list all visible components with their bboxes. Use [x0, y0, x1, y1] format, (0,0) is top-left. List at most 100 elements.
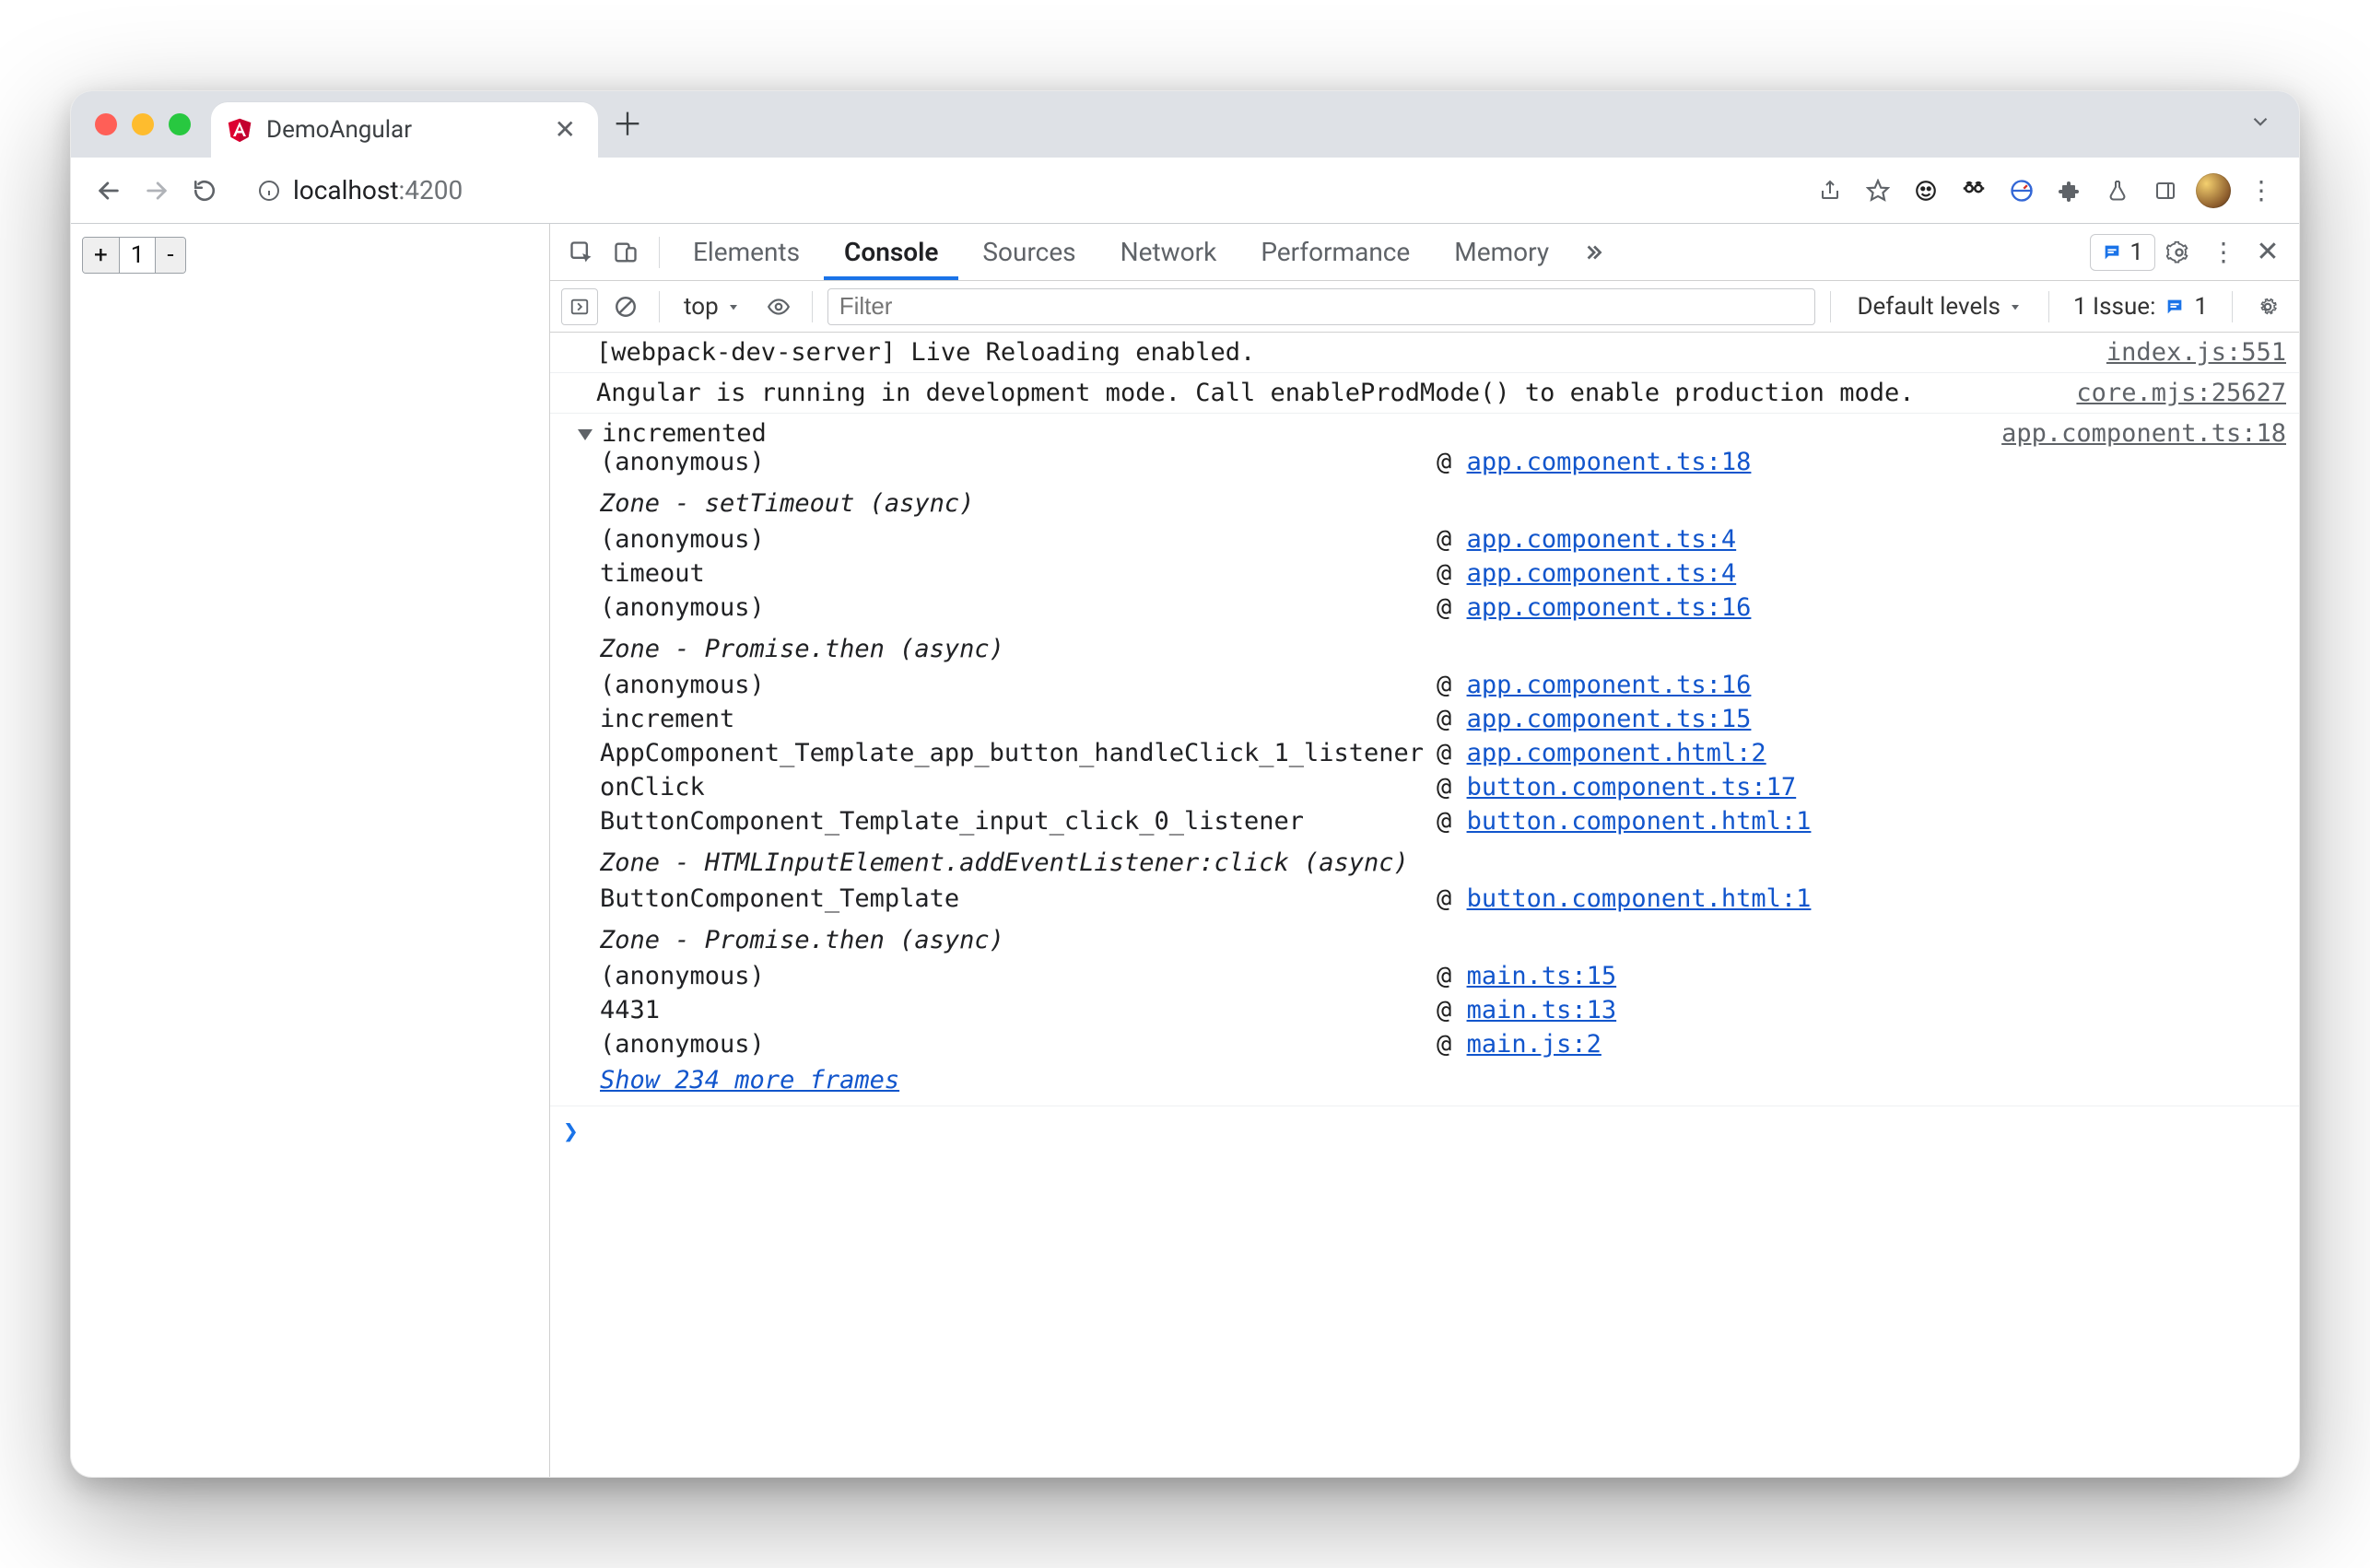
console-output[interactable]: [webpack-dev-server] Live Reloading enab… [550, 333, 2299, 1477]
stack-frame-fn: timeout [600, 559, 1424, 588]
trace-title: incremented [602, 419, 767, 448]
console-messages-pill[interactable]: 1 [2090, 234, 2155, 271]
log-message: [webpack-dev-server] Live Reloading enab… [596, 338, 2092, 367]
stack-frame-fn: (anonymous) [600, 1030, 1424, 1059]
stack-frame-fn: (anonymous) [600, 593, 1424, 622]
source-link[interactable]: app.component.ts:4 [1467, 559, 1737, 588]
trace-source-link[interactable]: app.component.ts:18 [2001, 419, 2286, 448]
console-sidebar-toggle[interactable] [561, 288, 598, 325]
console-trace[interactable]: incremented app.component.ts:18 (anonymo… [550, 414, 2299, 1106]
source-link[interactable]: button.component.html:1 [1467, 807, 1812, 836]
clear-console-button[interactable] [607, 288, 644, 325]
stack-frame-location: @ main.ts:13 [1437, 996, 2286, 1024]
window-minimize-button[interactable] [132, 113, 154, 135]
tab-memory[interactable]: Memory [1434, 224, 1569, 280]
extension-3-icon[interactable] [2002, 171, 2041, 210]
log-row[interactable]: Angular is running in development mode. … [550, 373, 2299, 414]
address-bar[interactable]: localhost:4200 [241, 167, 1794, 215]
nav-reload-button[interactable] [185, 171, 224, 210]
stack-frame-location: @ button.component.html:1 [1437, 807, 2286, 836]
source-link[interactable]: app.component.ts:16 [1467, 593, 1752, 622]
stack-frame-location: @ button.component.html:1 [1437, 884, 2286, 913]
browser-window: DemoAngular ✕ ＋ [70, 90, 2300, 1478]
tab-console[interactable]: Console [824, 224, 958, 280]
stack-frame-fn: onClick [600, 773, 1424, 802]
source-link[interactable]: app.component.ts:4 [1467, 525, 1737, 554]
extension-1-icon[interactable] [1907, 171, 1945, 210]
log-source-link[interactable]: index.js:551 [2106, 338, 2286, 367]
console-filter-input[interactable] [827, 288, 1816, 325]
log-source-link[interactable]: core.mjs:25627 [2076, 379, 2286, 407]
source-link[interactable]: app.component.html:2 [1467, 739, 1766, 767]
labs-button[interactable] [2098, 171, 2137, 210]
stack-frame-location: @ button.component.ts:17 [1437, 773, 2286, 802]
tab-sources[interactable]: Sources [962, 224, 1096, 280]
nav-back-button[interactable] [89, 171, 128, 210]
window-zoom-button[interactable] [169, 113, 191, 135]
show-more-frames-link[interactable]: Show 234 more frames [578, 1059, 899, 1096]
site-info-icon[interactable] [258, 180, 280, 202]
disclosure-triangle-icon[interactable] [578, 429, 592, 440]
devtools-close-button[interactable]: ✕ [2247, 232, 2288, 273]
issues-indicator[interactable]: 1 Issue: 1 [2064, 289, 2217, 324]
page-viewport: + 1 - [71, 224, 550, 1477]
tab-search-button[interactable] [2242, 103, 2279, 140]
decrement-button[interactable]: - [155, 238, 184, 273]
log-row[interactable]: [webpack-dev-server] Live Reloading enab… [550, 333, 2299, 373]
prompt-chevron-icon: ❯ [563, 1116, 579, 1146]
tab-network[interactable]: Network [1100, 224, 1238, 280]
source-link[interactable]: main.js:2 [1467, 1030, 1602, 1059]
window-close-button[interactable] [95, 113, 117, 135]
stack-frame-fn: (anonymous) [600, 962, 1424, 990]
tab-performance[interactable]: Performance [1240, 224, 1430, 280]
share-button[interactable] [1811, 171, 1849, 210]
stack-frame-location: @ main.js:2 [1437, 1030, 2286, 1059]
stack-frame-fn: ButtonComponent_Template_input_click_0_l… [600, 807, 1424, 836]
extensions-button[interactable] [2050, 171, 2089, 210]
stack-frame-location: @ app.component.html:2 [1437, 739, 2286, 767]
console-prompt[interactable]: ❯ [550, 1106, 2299, 1155]
messages-count: 1 [2129, 239, 2143, 266]
stack-frame-location: @ app.component.ts:4 [1437, 525, 2286, 554]
live-expression-button[interactable] [760, 288, 797, 325]
log-message: Angular is running in development mode. … [596, 379, 2061, 407]
tab-elements[interactable]: Elements [673, 224, 820, 280]
devtools-settings-button[interactable] [2159, 232, 2200, 273]
console-toolbar: top Default levels 1 Issue: [550, 281, 2299, 333]
console-input[interactable] [590, 1116, 2286, 1146]
tab-strip: DemoAngular ✕ ＋ [71, 91, 2299, 158]
source-link[interactable]: main.ts:15 [1467, 962, 1617, 990]
new-tab-button[interactable]: ＋ [605, 99, 650, 144]
stack-frame-fn: (anonymous) [600, 525, 1424, 554]
stack-frame-location: @ app.component.ts:16 [1437, 671, 2286, 699]
browser-toolbar: localhost:4200 [71, 158, 2299, 224]
window-controls [95, 113, 191, 135]
device-toolbar-button[interactable] [605, 232, 646, 273]
stack-frame-fn: (anonymous) [600, 448, 1424, 476]
tab-title: DemoAngular [266, 116, 536, 144]
side-panel-button[interactable] [2146, 171, 2185, 210]
nav-forward-button[interactable] [137, 171, 176, 210]
bookmark-star-button[interactable] [1859, 171, 1897, 210]
inspect-element-button[interactable] [561, 232, 602, 273]
source-link[interactable]: button.component.html:1 [1467, 884, 1812, 913]
source-link[interactable]: app.component.ts:16 [1467, 671, 1752, 699]
url-text: localhost:4200 [293, 175, 463, 205]
profile-avatar[interactable] [2194, 171, 2233, 210]
context-selector[interactable]: top [675, 289, 751, 324]
more-tabs-button[interactable] [1573, 232, 1613, 273]
increment-button[interactable]: + [83, 238, 119, 273]
source-link[interactable]: app.component.ts:18 [1467, 448, 1752, 476]
tab-close-icon[interactable]: ✕ [549, 113, 581, 146]
browser-tab[interactable]: DemoAngular ✕ [211, 102, 598, 158]
stack-frame-location: @ main.ts:15 [1437, 962, 2286, 990]
source-link[interactable]: button.component.ts:17 [1467, 773, 1797, 802]
log-levels-selector[interactable]: Default levels [1846, 289, 2034, 324]
console-settings-button[interactable] [2247, 287, 2288, 327]
extension-2-icon[interactable] [1954, 171, 1993, 210]
devtools-menu-button[interactable]: ⋮ [2203, 232, 2244, 273]
source-link[interactable]: app.component.ts:15 [1467, 705, 1752, 733]
stack-frame-location: @ app.component.ts:16 [1437, 593, 2286, 622]
chrome-menu-button[interactable]: ⋮ [2242, 171, 2281, 210]
source-link[interactable]: main.ts:13 [1467, 996, 1617, 1024]
